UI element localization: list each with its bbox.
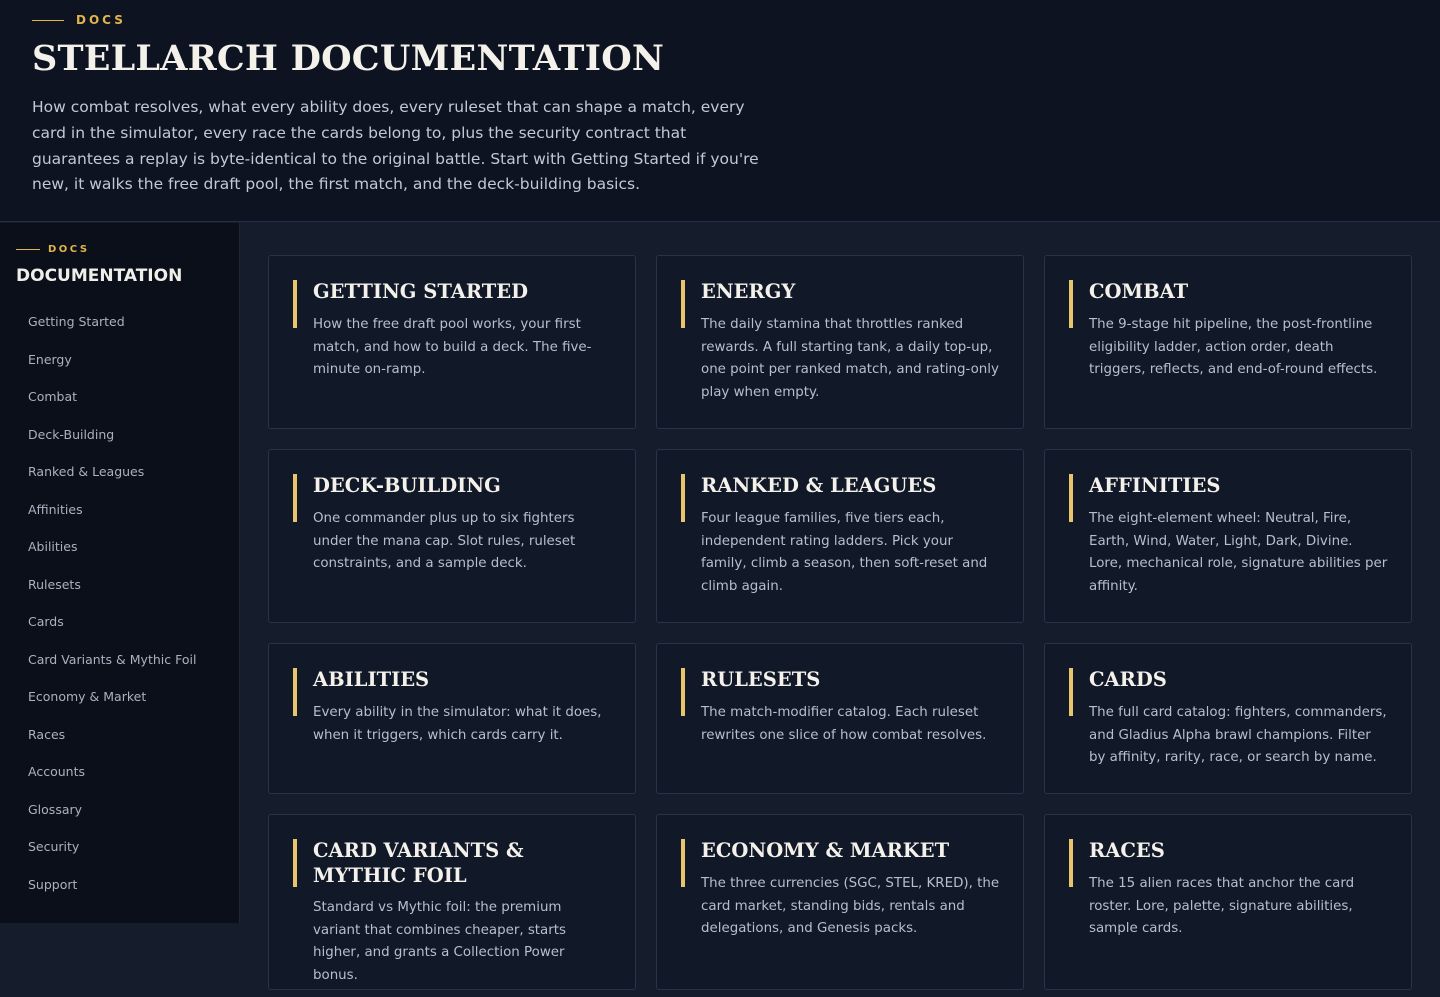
sidebar-item-races[interactable]: Races [0,726,240,764]
card-title: RULESETS [701,668,821,691]
hero-eyebrow-label: DOCS [76,13,126,27]
sidebar-title: DOCUMENTATION [16,266,183,286]
sidebar-item-abilities[interactable]: Abilities [0,538,240,576]
card-accent-bar [293,839,297,887]
sidebar-item-glossary[interactable]: Glossary [0,801,240,839]
card-description: Every ability in the simulator: what it … [313,705,602,743]
card-accent-bar [681,280,685,328]
card-description: The match-modifier catalog. Each ruleset… [701,705,987,743]
sidebar-item-economy-market[interactable]: Economy & Market [0,688,240,726]
card-description: Standard vs Mythic foil: the premium var… [313,900,566,983]
doc-card-cards[interactable]: CARDS The full card catalog: fighters, c… [1044,643,1412,794]
sidebar-item-rulesets[interactable]: Rulesets [0,576,240,614]
doc-card-energy[interactable]: ENERGY The daily stamina that throttles … [656,255,1024,429]
card-accent-bar [1069,668,1073,716]
sidebar-item-security[interactable]: Security [0,838,240,876]
sidebar-item-cards[interactable]: Cards [0,613,240,651]
sidebar-eyebrow-label: DOCS [48,244,90,255]
card-accent-bar [293,280,297,328]
hero-eyebrow: DOCS [32,13,126,27]
card-accent-bar [293,474,297,522]
card-description: The eight-element wheel: Neutral, Fire, … [1089,511,1388,594]
sidebar-item-getting-started[interactable]: Getting Started [0,313,240,351]
card-title: RACES [1089,839,1165,862]
card-description: One commander plus up to six fighters un… [313,511,576,572]
card-description: The daily stamina that throttles ranked … [701,317,999,400]
sidebar: DOCS DOCUMENTATION Getting Started Energ… [0,223,240,923]
sidebar-item-support[interactable]: Support [0,876,240,914]
card-title: COMBAT [1089,280,1189,303]
card-description: The three currencies (SGC, STEL, KRED), … [701,876,1000,937]
card-title: CARD VARIANTS & MYTHIC FOIL [313,839,524,887]
card-accent-bar [681,668,685,716]
page-description: How combat resolves, what every ability … [32,98,759,194]
doc-card-ranked-leagues[interactable]: RANKED & LEAGUES Four league families, f… [656,449,1024,623]
doc-card-card-variants[interactable]: CARD VARIANTS & MYTHIC FOIL Standard vs … [268,814,636,990]
sidebar-eyebrow: DOCS [16,244,90,255]
card-title: CARDS [1089,668,1167,691]
card-accent-bar [681,474,685,522]
sidebar-item-deck-building[interactable]: Deck-Building [0,426,240,464]
card-accent-bar [1069,474,1073,522]
card-title: DECK-BUILDING [313,474,501,497]
doc-card-combat[interactable]: COMBAT The 9-stage hit pipeline, the pos… [1044,255,1412,429]
doc-card-affinities[interactable]: AFFINITIES The eight-element wheel: Neut… [1044,449,1412,623]
card-title: AFFINITIES [1089,474,1221,497]
card-accent-bar [1069,280,1073,328]
card-accent-bar [681,839,685,887]
sidebar-item-energy[interactable]: Energy [0,351,240,389]
doc-card-rulesets[interactable]: RULESETS The match-modifier catalog. Eac… [656,643,1024,794]
card-description: The 9-stage hit pipeline, the post-front… [1089,317,1378,378]
card-title: ENERGY [701,280,796,303]
card-description: How the free draft pool works, your firs… [313,317,592,378]
card-accent-bar [293,668,297,716]
card-title: ECONOMY & MARKET [701,839,950,862]
eyebrow-line [32,19,64,21]
hero-header: DOCS STELLARCH DOCUMENTATION How combat … [0,0,1440,222]
card-description: Four league families, five tiers each, i… [701,511,988,594]
sidebar-item-ranked-leagues[interactable]: Ranked & Leagues [0,463,240,501]
doc-card-getting-started[interactable]: GETTING STARTED How the free draft pool … [268,255,636,429]
doc-card-races[interactable]: RACES The 15 alien races that anchor the… [1044,814,1412,990]
doc-card-abilities[interactable]: ABILITIES Every ability in the simulator… [268,643,636,794]
sidebar-item-card-variants[interactable]: Card Variants & Mythic Foil [0,651,240,689]
sidebar-item-affinities[interactable]: Affinities [0,501,240,539]
card-title: RANKED & LEAGUES [701,474,937,497]
sidebar-item-combat[interactable]: Combat [0,388,240,426]
card-title: GETTING STARTED [313,280,529,303]
card-description: The 15 alien races that anchor the card … [1089,876,1355,937]
doc-card-deck-building[interactable]: DECK-BUILDING One commander plus up to s… [268,449,636,623]
card-title: ABILITIES [313,668,430,691]
card-description: The full card catalog: fighters, command… [1089,705,1387,766]
eyebrow-line [16,249,40,250]
sidebar-nav: Getting Started Energy Combat Deck-Build… [0,313,240,913]
card-accent-bar [1069,839,1073,887]
doc-card-economy-market[interactable]: ECONOMY & MARKET The three currencies (S… [656,814,1024,990]
page-title: STELLARCH DOCUMENTATION [32,38,665,79]
sidebar-item-accounts[interactable]: Accounts [0,763,240,801]
